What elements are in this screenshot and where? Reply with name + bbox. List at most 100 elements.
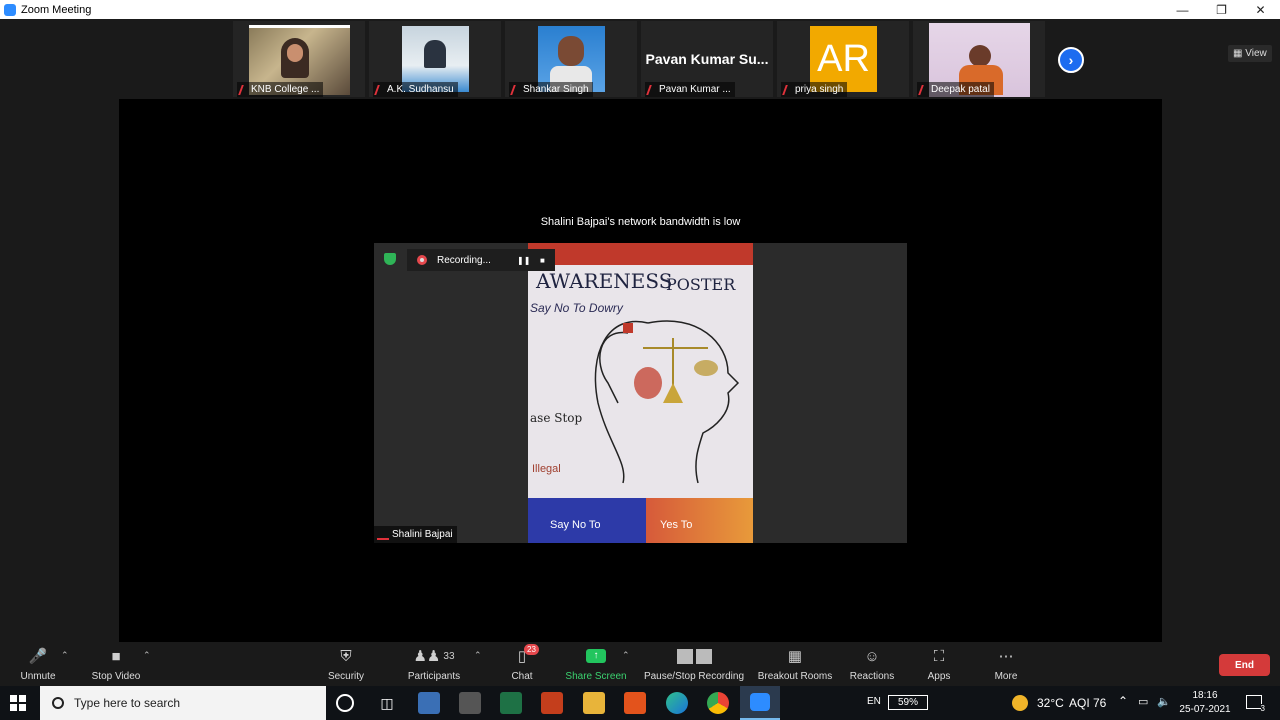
pause-stop-icon: [643, 646, 745, 666]
chat-button[interactable]: ▯ Chat 23: [505, 644, 539, 682]
signal-strength-icon: [377, 530, 389, 540]
mic-muted-icon: [374, 85, 386, 95]
participant-strip: KNB College ... A.K. Sudhansu Shankar Si…: [0, 19, 1280, 99]
mic-muted-icon: [918, 85, 930, 95]
more-button[interactable]: ⋯ More: [991, 646, 1021, 682]
pause-recording-icon[interactable]: ❚❚: [517, 256, 530, 265]
zoom-app-icon: [750, 693, 770, 711]
search-placeholder: Type here to search: [74, 696, 181, 710]
participant-tile[interactable]: Pavan Kumar Su... Pavan Kumar ...: [641, 21, 773, 97]
clock-time: 18:16: [1192, 690, 1218, 701]
clock[interactable]: 18:16 25-07-2021: [1176, 689, 1234, 717]
recording-indicator: Recording... ❚❚ ■: [407, 249, 555, 271]
recording-dot-icon: [417, 255, 427, 265]
cortana-icon[interactable]: [336, 694, 354, 712]
tray-overflow-icon[interactable]: ⌃: [1118, 694, 1128, 708]
participant-name-label: Shankar Singh: [509, 82, 593, 97]
active-speaker-video[interactable]: AWARENESS POSTER Say No To Dowry ase Sto…: [374, 243, 907, 543]
excel-icon[interactable]: [500, 692, 522, 714]
share-screen-button[interactable]: ↑ Share Screen: [565, 646, 627, 682]
reactions-button[interactable]: ☺ Reactions: [849, 646, 895, 683]
mic-muted-icon: [646, 85, 658, 95]
bandwidth-notice: Shalini Bajpai's network bandwidth is lo…: [540, 216, 741, 228]
zoom-taskbar-item[interactable]: [740, 686, 780, 720]
awareness-poster: AWARENESS POSTER Say No To Dowry ase Sto…: [528, 243, 753, 543]
task-view-icon[interactable]: ◫: [376, 692, 398, 714]
participants-icon: ♟♟ 33: [413, 648, 455, 665]
apps-button[interactable]: ⛶ Apps: [927, 646, 951, 683]
encryption-shield-icon: [384, 253, 396, 265]
battery-indicator[interactable]: 59%: [888, 695, 928, 710]
mic-muted-icon: [782, 85, 794, 95]
video-camera-icon: ■: [111, 647, 121, 665]
clock-date: 25-07-2021: [1179, 704, 1231, 715]
edge-icon[interactable]: [666, 692, 688, 714]
shield-icon: ⛨: [340, 647, 352, 665]
maximize-button[interactable]: ❐: [1202, 0, 1241, 19]
office-icon[interactable]: [624, 692, 646, 714]
weather-sun-icon: [1012, 695, 1028, 711]
participant-tile[interactable]: Deepak patal: [913, 21, 1045, 97]
breakout-rooms-button[interactable]: ▦ Breakout Rooms: [757, 646, 833, 682]
apps-icon: ⛶: [933, 647, 945, 665]
smiley-icon: ☺: [864, 647, 880, 665]
recording-label: Recording...: [437, 254, 491, 266]
participants-options-caret-icon[interactable]: ⌃: [474, 650, 482, 661]
taskbar-search-box[interactable]: Type here to search: [40, 686, 326, 720]
audio-options-caret-icon[interactable]: ⌃: [61, 650, 69, 661]
power-icon[interactable]: ▭: [1138, 695, 1148, 708]
meeting-toolbar: 🎤 Unmute ⌃ ■ Stop Video ⌃ ⛨ Security ♟♟ …: [0, 642, 1280, 686]
close-button[interactable]: ✕: [1241, 0, 1280, 19]
chrome-icon[interactable]: [707, 692, 729, 714]
windows-start-icon[interactable]: [10, 695, 26, 711]
ellipsis-icon: ⋯: [998, 648, 1014, 665]
chat-unread-badge: 23: [524, 644, 539, 655]
participant-tile[interactable]: Shankar Singh: [505, 21, 637, 97]
language-indicator[interactable]: EN: [867, 696, 881, 707]
participant-tile[interactable]: KNB College ...: [233, 21, 365, 97]
presentation-icon[interactable]: [541, 692, 563, 714]
security-button[interactable]: ⛨ Security: [326, 646, 366, 683]
view-button[interactable]: ▦ View: [1228, 45, 1272, 62]
speaker-icon[interactable]: 🔈: [1157, 695, 1171, 708]
poster-text-stop: ase Stop: [530, 411, 583, 425]
stop-video-button[interactable]: ■ Stop Video: [90, 646, 142, 683]
store-icon[interactable]: [459, 692, 481, 714]
mic-muted-icon: 🎤: [28, 648, 48, 665]
search-icon: [52, 697, 64, 709]
poster-bottom-left: Say No To: [550, 519, 601, 531]
air-quality[interactable]: AQI 76: [1069, 696, 1106, 710]
stop-recording-icon[interactable]: ■: [540, 256, 545, 265]
grid-icon: ▦: [787, 648, 803, 665]
participant-tile[interactable]: A.K. Sudhansu: [369, 21, 501, 97]
file-explorer-icon[interactable]: [583, 692, 605, 714]
mic-muted-icon: [510, 85, 522, 95]
weather-temperature[interactable]: 32°C: [1037, 696, 1064, 710]
app-icon[interactable]: [418, 692, 440, 714]
mic-muted-icon: [238, 85, 250, 95]
participant-name-label: Deepak patal: [917, 82, 994, 97]
speaker-name-label: Shalini Bajpai: [374, 526, 457, 543]
next-page-arrow-icon[interactable]: ›: [1058, 47, 1084, 73]
unmute-button[interactable]: 🎤 Unmute: [18, 646, 58, 682]
participant-name-label: A.K. Sudhansu: [373, 82, 458, 97]
zoom-logo-icon: [4, 3, 16, 16]
participant-tile[interactable]: AR priya singh: [777, 21, 909, 97]
pause-stop-recording-button[interactable]: Pause/Stop Recording: [643, 646, 745, 682]
participant-name-label: Pavan Kumar ...: [645, 82, 735, 97]
share-options-caret-icon[interactable]: ⌃: [622, 650, 630, 661]
participant-name-label: KNB College ...: [237, 82, 324, 97]
poster-bottom-right: Yes To: [660, 519, 693, 531]
notifications-count: 3: [1260, 704, 1265, 713]
main-video-stage: Shalini Bajpai's network bandwidth is lo…: [119, 99, 1162, 642]
notifications-icon[interactable]: 3: [1246, 695, 1265, 713]
end-meeting-button[interactable]: End: [1219, 654, 1270, 676]
participant-display-name: Pavan Kumar Su...: [645, 51, 769, 67]
participants-button[interactable]: ♟♟ 33 Participants: [405, 646, 463, 682]
minimize-button[interactable]: —: [1163, 0, 1202, 19]
participant-name-label: priya singh: [781, 82, 848, 97]
windows-taskbar: Type here to search ◫ EN 59% 32°C AQI 76…: [0, 686, 1280, 720]
video-options-caret-icon[interactable]: ⌃: [143, 650, 151, 661]
poster-text-illegal: Illegal: [532, 463, 561, 475]
share-screen-icon: ↑: [565, 646, 627, 666]
